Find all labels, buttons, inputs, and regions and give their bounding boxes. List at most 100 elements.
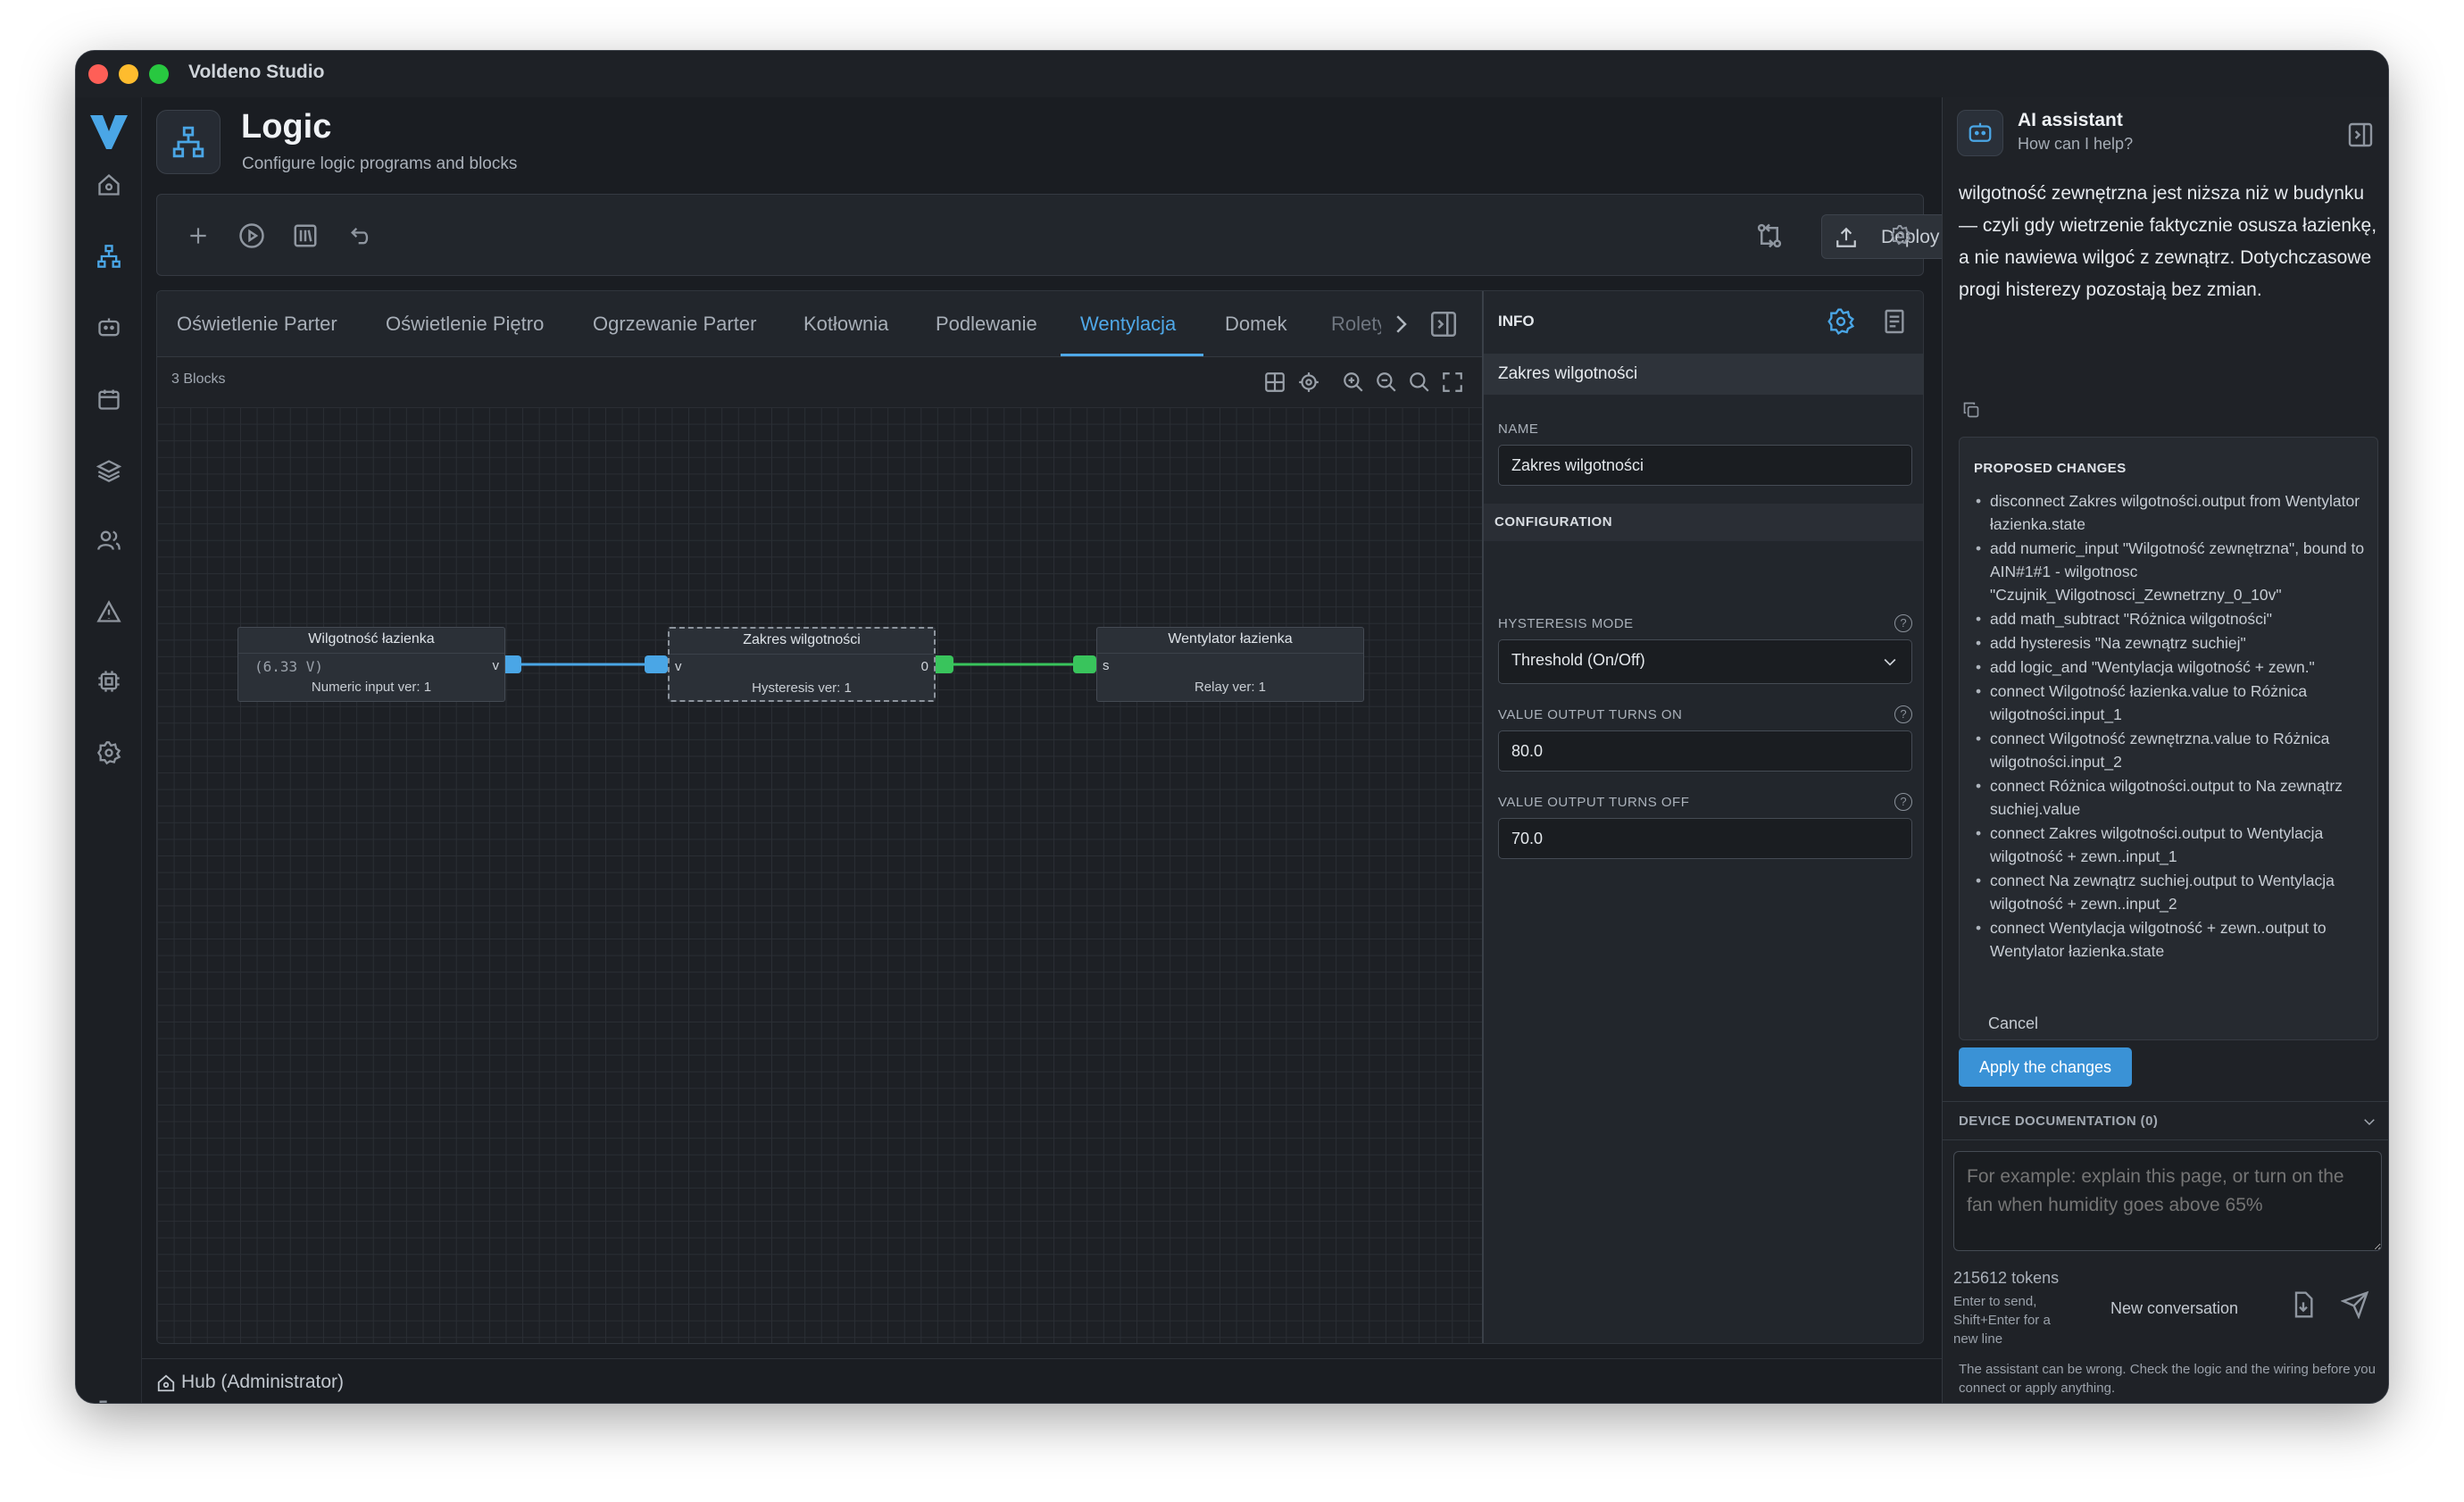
turns-off-label: VALUE OUTPUT TURNS OFF <box>1498 795 1690 810</box>
tab-program-active[interactable]: Wentylacja <box>1080 313 1176 336</box>
sidebar-item-logic[interactable] <box>95 242 123 271</box>
input-port[interactable] <box>1073 655 1096 673</box>
hysteresis-mode-select[interactable]: Threshold (On/Off) <box>1498 639 1912 684</box>
locate-button[interactable] <box>1294 368 1323 396</box>
add-node-button[interactable] <box>1261 368 1289 396</box>
turns-off-field[interactable]: 70.0 <box>1498 818 1912 859</box>
library-button[interactable] <box>287 218 323 254</box>
document-icon <box>1885 309 1904 334</box>
close-assistant-button[interactable] <box>2346 121 2375 149</box>
bot-icon <box>1969 122 1992 142</box>
export-conversation-button[interactable] <box>2289 1290 2321 1323</box>
library-icon <box>294 224 317 247</box>
sidebar-item-alerts[interactable] <box>95 597 123 626</box>
sidebar-item-layers[interactable] <box>95 456 123 485</box>
layers-icon <box>96 460 121 482</box>
fullscreen-icon <box>1443 372 1462 392</box>
grid-add-icon <box>1265 372 1285 392</box>
add-block-button[interactable] <box>180 218 216 254</box>
node-numeric-input[interactable]: Wilgotność łazienka (6.33 V) v Numeric i… <box>237 627 505 702</box>
node-relay[interactable]: Wentylator łazienka s Relay ver: 1 <box>1096 627 1364 702</box>
chat-input[interactable] <box>1953 1151 2382 1251</box>
tab-program[interactable]: Oświetlenie Piętro <box>386 313 544 336</box>
tab-program[interactable]: Domek <box>1225 313 1287 336</box>
hub-label[interactable]: Hub (Administrator) <box>181 1372 344 1393</box>
list-item: connect Wentylacja wilgotność + zewn..ou… <box>1974 916 2372 963</box>
panel-collapse-icon <box>1430 311 1457 338</box>
input-port[interactable] <box>645 655 668 673</box>
undo-button[interactable] <box>343 218 379 254</box>
zoom-window-button[interactable] <box>149 64 169 84</box>
sidebar <box>76 97 142 1403</box>
node-type: Relay ver: 1 <box>1194 680 1267 695</box>
chevron-down-icon <box>2364 1119 2375 1126</box>
selected-block-name: Zakres wilgotności <box>1498 364 1638 383</box>
logic-canvas[interactable]: Wilgotność łazienka (6.33 V) v Numeric i… <box>157 407 1482 1343</box>
port-label: s <box>1103 658 1110 673</box>
tabs-scroll-right-button[interactable] <box>1387 311 1414 338</box>
tab-program[interactable]: Ogrzewanie Parter <box>593 313 756 336</box>
new-conversation-button[interactable]: New conversation <box>2110 1299 2238 1318</box>
logic-editor: Oświetlenie Parter Oświetlenie Piętro Og… <box>156 290 1924 1344</box>
copy-message-button[interactable] <box>1962 401 1982 421</box>
sidebar-item-home[interactable] <box>95 171 123 199</box>
sidebar-item-devices[interactable] <box>95 667 123 696</box>
run-button[interactable] <box>234 218 270 254</box>
plus-icon <box>190 228 206 244</box>
canvas-toolbar: 3 Blocks <box>157 357 1482 407</box>
tab-program-truncated[interactable]: Rolety <box>1331 313 1381 336</box>
tab-program[interactable]: Oświetlenie Parter <box>177 313 337 336</box>
help-icon[interactable]: ? <box>1894 793 1912 811</box>
zoom-out-icon <box>1377 372 1396 392</box>
turns-on-field[interactable]: 80.0 <box>1498 730 1912 772</box>
apply-changes-button[interactable]: Apply the changes <box>1959 1047 2132 1087</box>
sidebar-item-users[interactable] <box>95 526 123 555</box>
app-window: Voldeno Studio Logic Configure logic pro… <box>75 50 2389 1404</box>
node-divider <box>670 654 934 655</box>
minimize-window-button[interactable] <box>119 64 138 84</box>
device-documentation-label: DEVICE DOCUMENTATION (0) <box>1959 1114 2159 1129</box>
ai-assistant-panel: AI assistant How can I help? wilgotność … <box>1942 97 2388 1403</box>
active-tab-indicator <box>1061 354 1203 356</box>
zoom-in-icon <box>1344 372 1363 392</box>
block-docs-button[interactable] <box>1880 307 1909 336</box>
deploy-settings-button[interactable] <box>1883 217 1919 253</box>
panel-collapse-icon <box>2348 122 2373 147</box>
port-label: 0 <box>920 659 928 674</box>
list-item: connect Zakres wilgotności.output to Wen… <box>1974 822 2372 868</box>
sidebar-item-settings[interactable] <box>95 738 123 767</box>
node-type: Hysteresis ver: 1 <box>752 680 852 696</box>
zoom-out-button[interactable] <box>1372 368 1401 396</box>
tab-program[interactable]: Kotłownia <box>803 313 888 336</box>
help-icon[interactable]: ? <box>1894 614 1912 632</box>
toggle-panel-button[interactable] <box>1428 309 1459 339</box>
zoom-in-button[interactable] <box>1339 368 1368 396</box>
send-button[interactable] <box>2340 1290 2373 1323</box>
gear-icon <box>1890 225 1911 246</box>
sidebar-item-logout[interactable] <box>95 1396 123 1403</box>
cancel-button[interactable]: Cancel <box>1988 1014 2038 1033</box>
sidebar-item-assistant[interactable] <box>95 313 123 342</box>
list-item: connect Różnica wilgotności.output to Na… <box>1974 774 2372 821</box>
logout-icon <box>99 1400 107 1403</box>
block-settings-button[interactable] <box>1827 307 1855 336</box>
help-icon[interactable]: ? <box>1894 705 1912 723</box>
node-hysteresis[interactable]: Zakres wilgotności v 0 Hysteresis ver: 1 <box>668 627 936 702</box>
compare-button[interactable] <box>1752 218 1787 254</box>
device-documentation-toggle[interactable]: DEVICE DOCUMENTATION (0) <box>1943 1101 2388 1140</box>
home-icon <box>98 173 120 196</box>
play-circle-icon <box>239 223 264 248</box>
sidebar-item-schedule[interactable] <box>95 385 123 413</box>
fullscreen-button[interactable] <box>1438 368 1467 396</box>
zoom-reset-button[interactable] <box>1405 368 1434 396</box>
file-download-icon <box>2294 1291 2313 1318</box>
hub-icon <box>157 1374 175 1392</box>
close-window-button[interactable] <box>88 64 108 84</box>
name-field[interactable]: Zakres wilgotności <box>1498 445 1912 486</box>
node-divider <box>1097 653 1363 654</box>
list-item: disconnect Zakres wilgotności.output fro… <box>1974 489 2372 536</box>
assistant-icon <box>1957 110 2003 156</box>
configuration-label: CONFIGURATION <box>1494 514 1613 530</box>
tab-program[interactable]: Podlewanie <box>936 313 1037 336</box>
configuration-section: CONFIGURATION <box>1484 504 1923 541</box>
